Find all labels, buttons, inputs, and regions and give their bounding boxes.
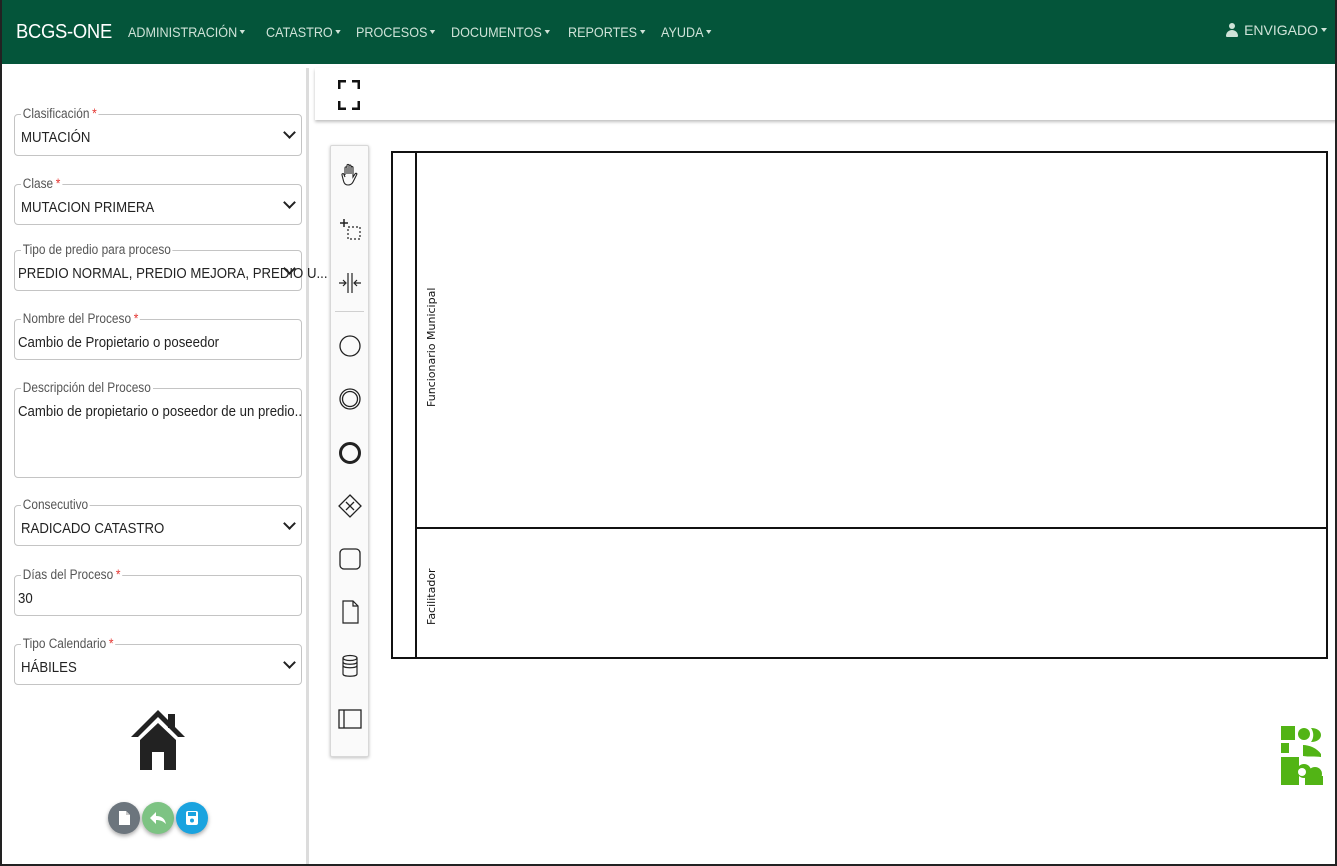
brand-logo[interactable]: BCGS-ONE [16, 21, 112, 44]
input-value: 30 [18, 590, 33, 607]
nombre-proceso-input[interactable]: Nombre del Proceso * Cambio de Propietari… [14, 311, 302, 360]
menu-label: AYUDA [660, 24, 704, 40]
bpmn-palette [330, 145, 369, 757]
diagram-toolbar [315, 68, 1335, 120]
new-document-button[interactable] [108, 802, 140, 834]
start-event-icon[interactable] [337, 333, 363, 359]
back-button[interactable] [142, 802, 174, 834]
app-window: BCGS-ONE ADMINISTRACIÓN CATASTRO PROCESO… [0, 0, 1337, 866]
field-label: Descripción del Proceso [21, 380, 153, 396]
menu-label: ADMINISTRACIÓN [128, 24, 238, 40]
select-value: HÁBILES [21, 659, 77, 676]
lane-label-funcionario[interactable]: Funcionario Municipal [425, 288, 438, 407]
select-value: MUTACION PRIMERA [21, 199, 155, 216]
back-reply-icon [150, 812, 166, 824]
menu-label: CATASTRO [265, 24, 333, 40]
menu-catastro[interactable]: CATASTRO [266, 24, 341, 40]
select-value: PREDIO NORMAL, PREDIO MEJORA, PREDIO U..… [18, 265, 328, 282]
consecutivo-select[interactable]: Consecutivo RADICADO CATASTRO [14, 497, 302, 546]
caret-down-icon [705, 30, 712, 34]
input-value: Cambio de Propietario o poseedor [18, 334, 220, 351]
pool-header-strip[interactable] [393, 153, 417, 657]
fullscreen-icon[interactable] [337, 79, 361, 111]
home-icon[interactable] [130, 708, 186, 770]
menu-ayuda[interactable]: AYUDA [661, 24, 712, 40]
lasso-tool-icon[interactable] [337, 216, 363, 242]
field-label: Tipo Calendario * [21, 636, 116, 652]
hand-tool-icon[interactable] [337, 162, 363, 188]
caret-down-icon [1321, 28, 1327, 32]
user-name: ENVIGADO [1244, 22, 1318, 38]
field-label: Clasificación * [21, 106, 99, 122]
field-label: Clase * [21, 176, 63, 192]
select-value: MUTACIÓN [21, 129, 91, 146]
select-value: RADICADO CATASTRO [21, 520, 165, 537]
menu-procesos[interactable]: PROCESOS [356, 24, 436, 40]
field-label: Consecutivo [21, 497, 90, 513]
menu-documentos[interactable]: DOCUMENTOS [451, 24, 551, 40]
main-menu: ADMINISTRACIÓN CATASTRO PROCESOS DOCUMEN… [128, 24, 724, 40]
menu-label: DOCUMENTOS [451, 24, 542, 40]
pool-icon[interactable] [337, 706, 363, 732]
field-label: Días del Proceso * [21, 567, 123, 583]
menu-reportes[interactable]: REPORTES [568, 24, 646, 40]
space-tool-icon[interactable] [337, 270, 363, 296]
top-navbar: BCGS-ONE ADMINISTRACIÓN CATASTRO PROCESO… [2, 0, 1335, 64]
menu-administracion[interactable]: ADMINISTRACIÓN [128, 24, 246, 40]
save-icon [186, 811, 198, 825]
clasificacion-select[interactable]: Clasificación * MUTACIÓN [14, 106, 302, 156]
caret-down-icon [240, 30, 246, 34]
menu-label: PROCESOS [355, 24, 428, 40]
tipo-calendario-select[interactable]: Tipo Calendario * HÁBILES [14, 636, 302, 685]
caret-down-icon [335, 30, 341, 34]
new-document-icon [119, 811, 130, 825]
intermediate-event-icon[interactable] [337, 386, 363, 412]
user-menu[interactable]: ENVIGADO [1225, 22, 1327, 38]
task-icon[interactable] [337, 546, 363, 572]
tipo-predio-select[interactable]: Tipo de predio para proceso PREDIO NORMA… [14, 242, 328, 291]
user-icon [1225, 23, 1239, 37]
chevron-down-icon [283, 198, 295, 210]
clase-select[interactable]: Clase * MUTACION PRIMERA [14, 176, 302, 225]
bpmn-pool[interactable]: Funcionario Municipal Facilitador [391, 151, 1328, 659]
save-button[interactable] [176, 802, 208, 834]
textarea-value: Cambio de propietario o poseedor de un p… [18, 403, 302, 420]
field-label: Nombre del Proceso * [21, 311, 141, 327]
end-event-icon[interactable] [337, 440, 363, 466]
caret-down-icon [429, 30, 436, 34]
field-label: Tipo de predio para proceso [21, 242, 173, 258]
data-object-icon[interactable] [337, 599, 363, 625]
palette-separator [335, 311, 364, 312]
chevron-down-icon [283, 264, 295, 276]
bpmn-io-logo-icon[interactable] [1281, 726, 1323, 786]
chevron-down-icon [283, 658, 295, 670]
gateway-icon[interactable] [337, 493, 363, 519]
caret-down-icon [544, 30, 551, 34]
descripcion-proceso-textarea[interactable]: Descripción del Proceso Cambio de propie… [14, 380, 302, 478]
menu-label: REPORTES [568, 24, 638, 40]
lane-divider [417, 527, 1326, 529]
caret-down-icon [639, 30, 646, 34]
process-form-panel: Clasificación * MUTACIÓN Clase * MUTACION … [6, 68, 328, 864]
chevron-down-icon [283, 519, 295, 531]
data-store-icon[interactable] [337, 653, 363, 679]
chevron-down-icon [283, 128, 295, 140]
dias-proceso-input[interactable]: Días del Proceso * 30 [14, 567, 302, 616]
lane-label-facilitador[interactable]: Facilitador [425, 568, 438, 625]
